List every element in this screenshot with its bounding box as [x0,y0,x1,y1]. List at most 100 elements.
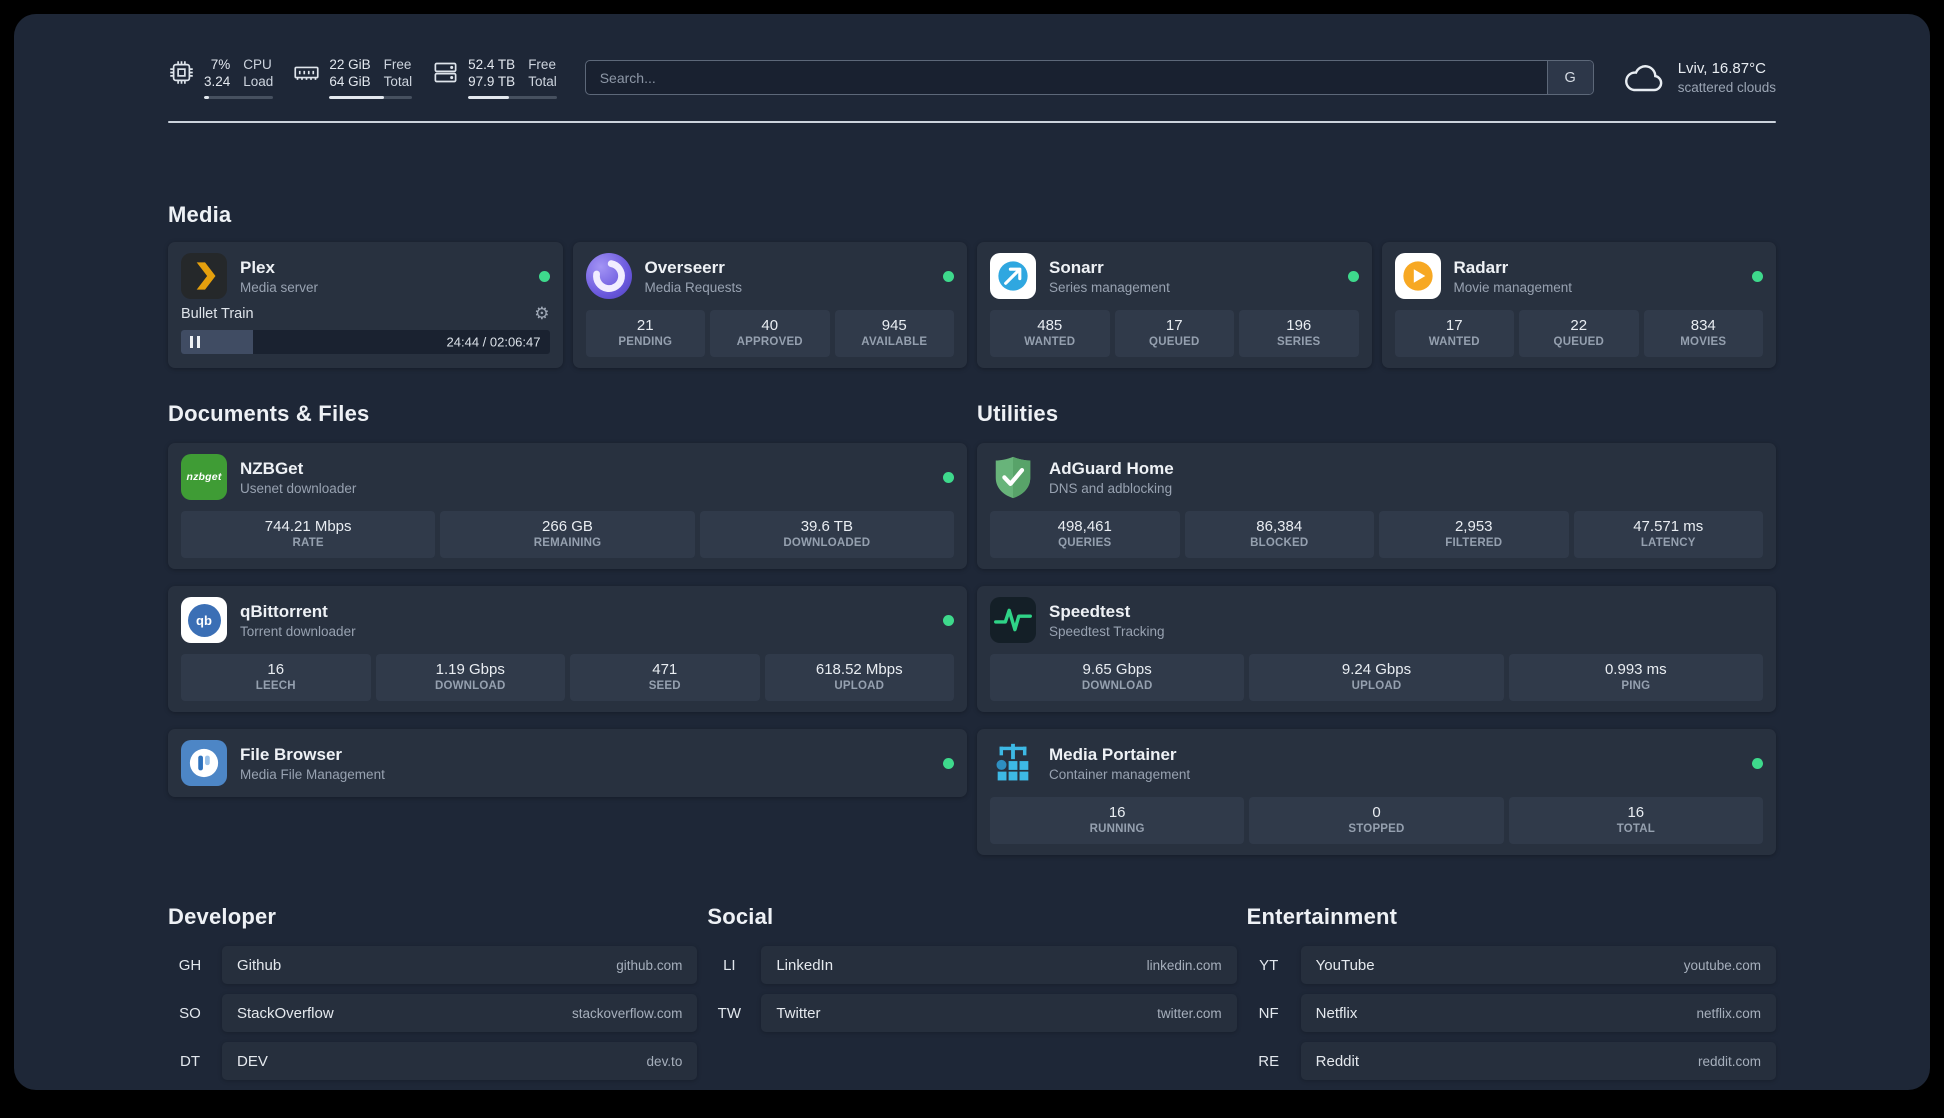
stat-tile: 2,953 FILTERED [1379,511,1569,558]
cpu-label: CPU [243,57,272,72]
service-card-qbittorrent[interactable]: qb qBittorrent Torrent downloader 16 LEE… [168,586,967,712]
cpu-percent: 7% [210,57,231,72]
service-description: Media File Management [240,766,385,782]
section-title-social: Social [707,904,774,929]
bookmark-url: dev.to [646,1053,683,1069]
stat-value: 40 [761,317,779,334]
stat-tile: 744.21 Mbps RATE [181,511,436,558]
stat-value: 471 [652,661,678,678]
stat-tile: 618.52 Mbps UPLOAD [764,654,954,701]
stat-label: RATE [292,537,324,549]
stat-value: 834 [1690,317,1716,334]
service-card-overseerr[interactable]: Overseerr Media Requests 21 PENDING 40 A… [572,242,967,368]
bookmark-abbr: SO [179,1004,201,1022]
service-name: Media Portainer [1049,744,1177,764]
stat-value: 17 [1165,317,1183,334]
stat-label: SERIES [1277,336,1321,348]
stat-label: AVAILABLE [861,336,928,348]
weather-widget: Lviv, 16.87°C scattered clouds [1622,60,1776,96]
stat-value: 47.571 ms [1633,518,1704,535]
bookmark-row: RE Reddit reddit.com [1247,1042,1776,1080]
section-title-entertainment: Entertainment [1246,904,1398,929]
gear-icon[interactable]: ⚙ [534,305,549,323]
stat-tile: 266 GB REMAINING [440,511,695,558]
bookmark-link-linkedin[interactable]: LinkedIn linkedin.com [761,946,1237,984]
service-description: Container management [1049,766,1191,782]
stat-label: APPROVED [736,336,803,348]
section-media: Media Plex Media server Bullet Train ⚙ 2… [168,201,1776,368]
playback-progress-bar[interactable]: 24:44 / 02:06:47 [181,330,550,354]
search-provider-button[interactable]: G [1546,61,1593,94]
qbittorrent-icon-text: qb [187,603,221,637]
stat-tile: 86,384 BLOCKED [1184,511,1374,558]
bookmark-link-github[interactable]: Github github.com [222,946,698,984]
service-card-speedtest[interactable]: Speedtest Speedtest Tracking 9.65 Gbps D… [977,586,1776,712]
stat-label: DOWNLOADED [783,537,871,549]
now-playing-title: Bullet Train [181,306,254,322]
status-dot [1752,270,1763,282]
cpu-load-value: 3.24 [204,74,231,89]
weather-location: Lviv, 16.87°C [1677,60,1766,77]
bookmark-link-youtube[interactable]: YouTube youtube.com [1300,946,1776,984]
bookmark-abbr: NF [1258,1004,1279,1022]
stat-label: PENDING [618,336,673,348]
search-bar[interactable]: G [584,60,1594,95]
bookmark-group-social: Social LI LinkedIn linkedin.com TW Twitt… [707,903,1237,1042]
portainer-icon [990,740,1036,786]
weather-condition: scattered clouds [1677,80,1776,95]
search-input[interactable] [585,61,1547,94]
bookmark-row: LI LinkedIn linkedin.com [707,946,1237,984]
service-card-radarr[interactable]: Radarr Movie management 17 WANTED 22 QUE… [1381,242,1776,368]
stat-tile: 498,461 QUERIES [990,511,1180,558]
bookmark-link-dev[interactable]: DEV dev.to [222,1042,698,1080]
stat-value: 498,461 [1057,518,1112,535]
service-description: Series management [1049,279,1170,295]
service-name: Overseerr [644,257,725,277]
stat-tile: 9.24 Gbps UPLOAD [1249,654,1504,701]
memory-free-label: Free [383,57,412,72]
system-monitors: 7% 3.24 CPU Load 22 GiB 64 GiB Free Tota… [168,56,557,99]
service-card-nzbget[interactable]: nzbget NZBGet Usenet downloader 744.21 M… [168,443,967,569]
filebrowser-icon [181,740,227,786]
bookmark-abbr: TW [717,1004,741,1022]
memory-free-value: 22 GiB [329,57,371,72]
pause-icon[interactable] [190,336,200,348]
bookmark-abbr: LI [723,956,736,974]
top-bar: 7% 3.24 CPU Load 22 GiB 64 GiB Free Tota… [168,56,1776,99]
status-dot [943,471,954,483]
stat-value: 2,953 [1454,518,1493,535]
stat-label: UPLOAD [1351,680,1402,692]
bookmark-row: DT DEV dev.to [168,1042,698,1080]
disk-free-value: 52.4 TB [468,57,516,72]
stat-label: SEED [648,680,681,692]
stat-label: STOPPED [1348,823,1405,835]
disk-total-value: 97.9 TB [468,74,516,89]
bookmark-abbr: RE [1258,1052,1280,1070]
service-card-sonarr[interactable]: Sonarr Series management 485 WANTED 17 Q… [977,242,1372,368]
stat-tile: 22 QUEUED [1519,310,1639,357]
stat-value: 16 [1108,804,1126,821]
bookmark-row: SO StackOverflow stackoverflow.com [168,994,698,1032]
stat-tile: 196 SERIES [1239,310,1359,357]
service-card-adguard[interactable]: AdGuard Home DNS and adblocking 498,461 … [977,443,1776,569]
stat-label: DOWNLOAD [434,680,506,692]
bookmark-link-reddit[interactable]: Reddit reddit.com [1300,1042,1776,1080]
disk-total-label: Total [528,74,557,89]
bookmark-link-stackoverflow[interactable]: StackOverflow stackoverflow.com [222,994,698,1032]
bookmark-url: twitter.com [1157,1005,1222,1021]
qbittorrent-icon: qb [181,597,227,643]
stat-label: WANTED [1024,336,1076,348]
memory-monitor: 22 GiB 64 GiB Free Total [293,56,413,99]
bookmark-link-netflix[interactable]: Netflix netflix.com [1300,994,1776,1032]
service-card-filebrowser[interactable]: File Browser Media File Management [168,729,967,797]
service-card-portainer[interactable]: Media Portainer Container management 16 … [977,729,1776,855]
bookmark-url: reddit.com [1697,1053,1761,1069]
stat-value: 1.19 Gbps [435,661,505,678]
status-dot [943,270,954,282]
bookmark-link-twitter[interactable]: Twitter twitter.com [761,994,1237,1032]
service-name: AdGuard Home [1049,458,1174,478]
stat-tile: 471 SEED [570,654,760,701]
disk-monitor: 52.4 TB 97.9 TB Free Total [432,56,557,99]
service-card-plex[interactable]: Plex Media server Bullet Train ⚙ 24:44 /… [168,242,563,368]
bookmark-name: Github [237,956,282,974]
